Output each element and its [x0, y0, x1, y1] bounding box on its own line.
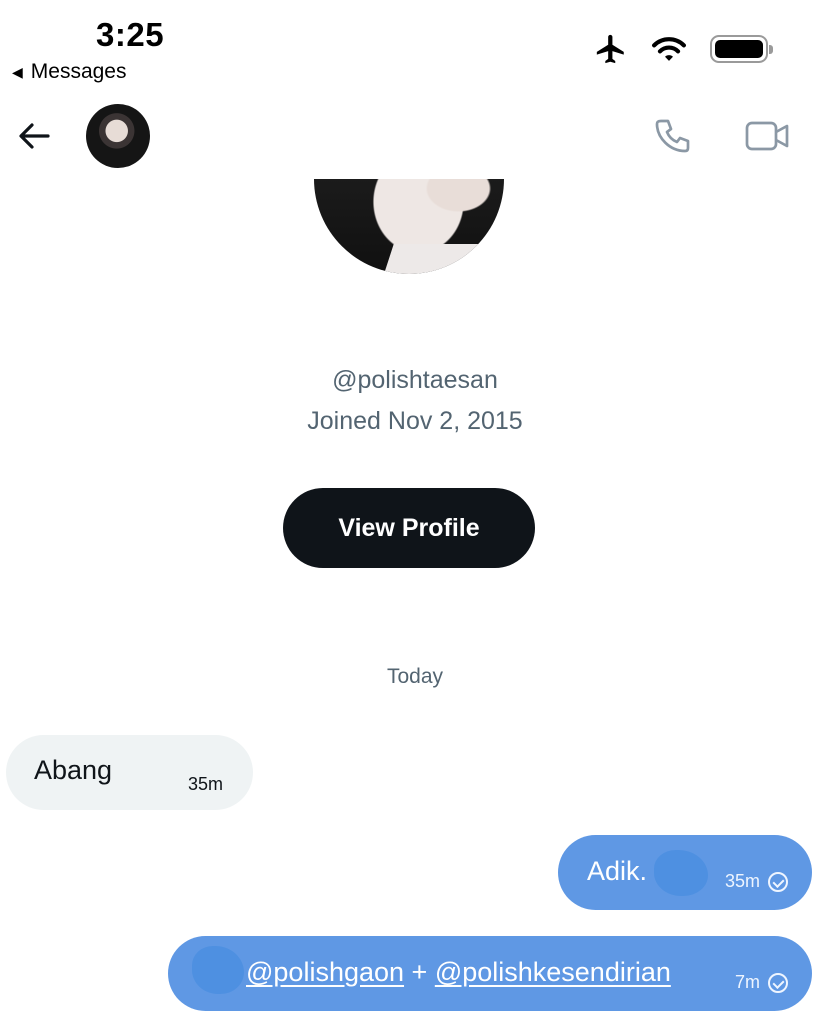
mention-separator: + [404, 957, 435, 987]
back-triangle-icon: ◀ [12, 64, 23, 80]
sent-check-icon [768, 972, 788, 993]
message-time: 35m [724, 871, 760, 891]
message-text: Abang [34, 755, 113, 785]
message-meta: 35m [725, 871, 788, 892]
wifi-icon [652, 37, 686, 61]
outgoing-message[interactable]: Adik. 35m [558, 835, 812, 910]
phone-call-icon[interactable] [650, 114, 694, 158]
scribble-overlay [192, 946, 244, 994]
video-camera-icon[interactable] [744, 118, 790, 154]
profile-handle: @polishtaesan [332, 366, 498, 394]
status-time: 3:25 [96, 16, 165, 53]
day-separator: Today [386, 665, 444, 688]
view-profile-button[interactable]: View Profile [283, 488, 535, 568]
profile-photo[interactable] [314, 179, 504, 274]
status-icons [594, 32, 773, 66]
sent-check-icon [768, 871, 788, 892]
outgoing-message[interactable]: @polishgaon + @polishkesendirian 7m [168, 936, 812, 1011]
back-app-label: Messages [30, 60, 127, 83]
message-time: 7m [734, 972, 760, 992]
message-text: @polishgaon + @polishkesendirian [246, 957, 671, 988]
arrow-left-icon[interactable] [14, 116, 54, 156]
view-profile-label: View Profile [338, 513, 480, 542]
airplane-icon [596, 34, 624, 64]
message-time: 35m [187, 774, 223, 794]
scribble-overlay [654, 850, 708, 896]
mention-link[interactable]: @polishkesendirian [435, 957, 671, 987]
battery-icon [710, 35, 773, 63]
message-text: Adik. [587, 856, 648, 886]
joined-date: Joined Nov 2, 2015 [307, 407, 523, 435]
dm-conversation-screen: 3:25 ◀ Messages @polishtaesan Joined Nov… [0, 0, 830, 1024]
mention-link[interactable]: @polishgaon [246, 957, 404, 987]
avatar[interactable] [86, 104, 150, 168]
incoming-message[interactable]: Abang 35m [6, 735, 253, 810]
back-to-messages-link[interactable]: ◀ Messages [12, 60, 127, 84]
message-meta: 7m [735, 972, 788, 993]
